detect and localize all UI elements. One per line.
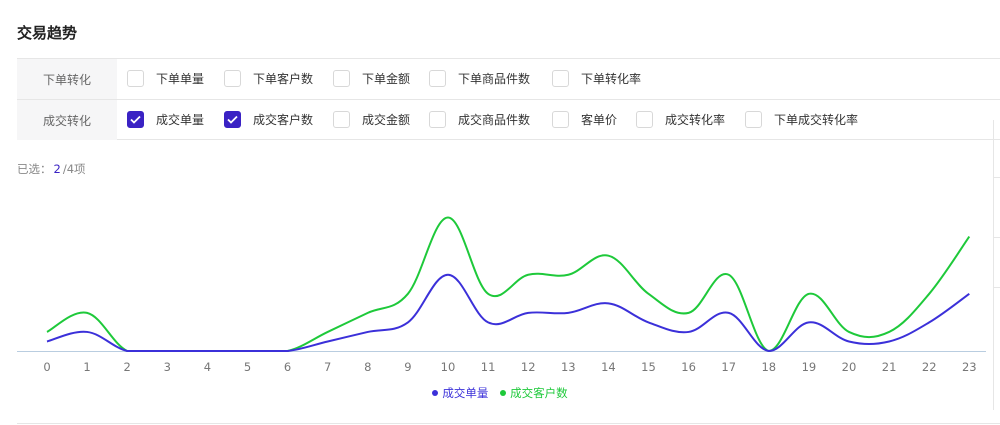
- option-label: 成交转化率: [665, 113, 726, 127]
- x-tick-label: 11: [481, 360, 496, 374]
- x-tick-label: 17: [721, 360, 736, 374]
- option-label: 成交金额: [362, 113, 411, 127]
- option-order-customers[interactable]: 下单客户数: [224, 70, 313, 87]
- x-tick-label: 14: [601, 360, 616, 374]
- x-tick-label: 8: [364, 360, 371, 374]
- row-label-order: 下单转化: [17, 59, 117, 99]
- filter-row-order: 下单转化 下单单量 下单客户数 下单金额 下单商品件数 下单转化率: [17, 59, 1000, 100]
- checkbox-checked-icon[interactable]: [127, 111, 144, 128]
- x-tick-label: 20: [842, 360, 857, 374]
- x-tick-label: 1: [83, 360, 90, 374]
- option-unit-price[interactable]: 客单价: [552, 111, 617, 128]
- x-tick-label: 10: [441, 360, 456, 374]
- checkbox-icon[interactable]: [429, 111, 446, 128]
- option-label: 客单价: [581, 113, 618, 127]
- x-tick-label: 5: [244, 360, 251, 374]
- option-label: 下单金额: [362, 72, 411, 86]
- checkbox-checked-icon[interactable]: [224, 111, 241, 128]
- x-tick-label: 21: [882, 360, 897, 374]
- option-label: 下单成交转化率: [774, 113, 859, 127]
- section-divider: [17, 423, 1000, 424]
- option-deal-conversion[interactable]: 成交转化率: [636, 111, 725, 128]
- legend-label: 成交单量: [442, 386, 489, 400]
- page-title: 交易趋势: [17, 24, 78, 42]
- x-tick-label: 16: [681, 360, 696, 374]
- option-deal-amount[interactable]: 成交金额: [333, 111, 410, 128]
- checkbox-icon[interactable]: [127, 70, 144, 87]
- option-label: 下单转化率: [581, 72, 642, 86]
- option-label: 成交商品件数: [458, 113, 531, 127]
- legend-dot-icon: [500, 390, 507, 396]
- x-tick-label: 22: [922, 360, 937, 374]
- legend-item-deal-customers[interactable]: 成交客户数: [500, 385, 568, 401]
- option-order-conversion[interactable]: 下单转化率: [552, 70, 641, 87]
- checkbox-icon[interactable]: [745, 111, 762, 128]
- option-label: 成交客户数: [253, 113, 314, 127]
- option-label: 下单单量: [156, 72, 205, 86]
- option-order-deal-conversion[interactable]: 下单成交转化率: [745, 111, 858, 128]
- x-tick-label: 2: [124, 360, 131, 374]
- checkbox-icon[interactable]: [552, 70, 569, 87]
- option-order-items[interactable]: 下单商品件数: [429, 70, 530, 87]
- legend-item-deal-count[interactable]: 成交单量: [432, 385, 488, 401]
- legend-dot-icon: [432, 390, 439, 396]
- x-tick-label: 13: [561, 360, 576, 374]
- legend-label: 成交客户数: [510, 386, 568, 400]
- option-order-count[interactable]: 下单单量: [127, 70, 204, 87]
- checkbox-icon[interactable]: [224, 70, 241, 87]
- x-tick-label: 23: [962, 360, 977, 374]
- selected-number: 2: [53, 162, 61, 176]
- checkbox-icon[interactable]: [333, 111, 350, 128]
- checkbox-icon[interactable]: [552, 111, 569, 128]
- metric-filter-table: 下单转化 下单单量 下单客户数 下单金额 下单商品件数 下单转化率 成交转化 成…: [17, 58, 1000, 140]
- selected-suffix: /4项: [62, 162, 86, 176]
- x-tick-label: 18: [761, 360, 776, 374]
- checkbox-icon[interactable]: [333, 70, 350, 87]
- checkbox-icon[interactable]: [636, 111, 653, 128]
- option-label: 成交单量: [156, 113, 205, 127]
- option-deal-items[interactable]: 成交商品件数: [429, 111, 530, 128]
- checkbox-icon[interactable]: [429, 70, 446, 87]
- selected-count: 已选： 2/4项: [17, 161, 86, 177]
- option-deal-customers[interactable]: 成交客户数: [224, 111, 313, 128]
- x-tick-label: 6: [284, 360, 291, 374]
- x-tick-label: 7: [324, 360, 331, 374]
- trend-line-chart: 0 1 2 3 4 5 6 7 8 9 10 11 12 13 14 15 16 17 18 19 20 21 22 23: [17, 216, 986, 374]
- x-tick-label: 0: [43, 360, 50, 374]
- option-deal-count[interactable]: 成交单量: [127, 111, 204, 128]
- x-tick-label: 9: [404, 360, 411, 374]
- option-order-amount[interactable]: 下单金额: [333, 70, 410, 87]
- option-label: 下单商品件数: [458, 72, 531, 86]
- filter-row-deal: 成交转化 成交单量 成交客户数 成交金额 成交商品件数 客单价 成交转化率 下单…: [17, 100, 1000, 140]
- row-label-deal: 成交转化: [17, 100, 117, 140]
- chart-legend: 成交单量 成交客户数: [0, 385, 1000, 401]
- x-tick-label: 19: [802, 360, 817, 374]
- option-label: 下单客户数: [253, 72, 314, 86]
- selected-prefix: 已选：: [17, 162, 52, 176]
- x-tick-label: 3: [164, 360, 171, 374]
- x-tick-label: 12: [521, 360, 536, 374]
- x-tick-label: 4: [204, 360, 211, 374]
- x-tick-label: 15: [641, 360, 656, 374]
